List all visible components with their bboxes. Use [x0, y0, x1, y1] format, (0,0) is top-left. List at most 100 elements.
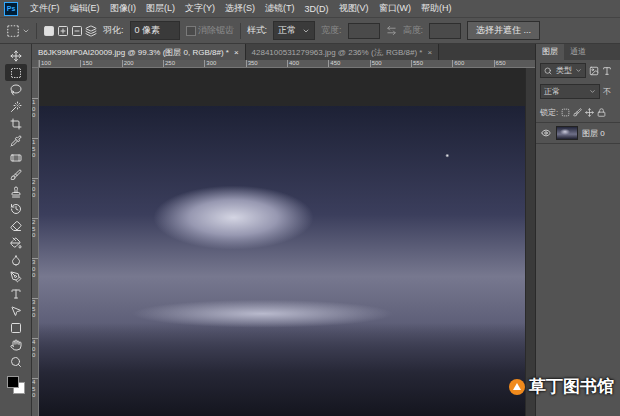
tool-icon [10, 356, 22, 368]
tool-button[interactable] [5, 183, 27, 200]
chevron-icon [575, 67, 582, 74]
tool-icon [10, 203, 22, 215]
menu-item[interactable]: 图像(I) [106, 1, 141, 16]
lock-pixels-icon[interactable] [561, 108, 570, 117]
style-label: 样式: [247, 24, 268, 37]
lock-paint-icon[interactable] [573, 108, 582, 117]
vertical-scrollbar[interactable] [525, 68, 535, 416]
chevron-icon [22, 27, 30, 35]
tool-button[interactable] [5, 319, 27, 336]
tool-icon [10, 339, 22, 351]
watermark-logo-icon [508, 378, 526, 396]
document-tab[interactable]: B6JK99MP0AI20009.jpg @ 99.3% (图层 0, RGB/… [32, 44, 246, 60]
menu-item[interactable]: 文字(Y) [181, 1, 219, 16]
menu-item[interactable]: 滤镜(T) [261, 1, 299, 16]
tool-button[interactable] [5, 149, 27, 166]
filter-image-icon[interactable] [589, 66, 599, 76]
ruler-tick: 500 [370, 60, 411, 67]
height-label: 高度: [403, 24, 424, 37]
tool-button[interactable] [5, 115, 27, 132]
lock-all-icon[interactable] [597, 108, 606, 117]
menu-item[interactable]: 图层(L) [142, 1, 179, 16]
subtract-selection-icon[interactable] [71, 25, 83, 37]
tool-icon [10, 101, 22, 113]
ruler-tick: 650 [494, 60, 535, 67]
antialias-option[interactable]: 消除锯齿 [186, 24, 234, 37]
antialias-checkbox[interactable] [186, 26, 196, 36]
filter-text-icon[interactable] [602, 66, 612, 76]
tool-button[interactable] [5, 166, 27, 183]
visibility-toggle[interactable] [540, 127, 552, 139]
menu-item[interactable]: 编辑(E) [66, 1, 104, 16]
tool-button[interactable] [5, 81, 27, 98]
width-field[interactable] [348, 23, 380, 39]
ruler-tick: 300 [204, 60, 245, 67]
tool-icon [10, 118, 22, 130]
tool-button[interactable] [5, 132, 27, 149]
tool-icon [10, 152, 22, 164]
intersect-selection-icon[interactable] [85, 25, 97, 37]
tool-icon [10, 50, 22, 62]
tool-button[interactable] [5, 268, 27, 285]
menu-item[interactable]: 文件(F) [26, 1, 64, 16]
document-image[interactable] [39, 106, 525, 416]
tool-icon [10, 169, 22, 181]
panel-tab[interactable]: 通道 [564, 44, 592, 60]
ruler-tick: 300 [32, 258, 38, 298]
close-tab-button[interactable]: × [427, 48, 432, 57]
layer-name: 图层 0 [582, 128, 605, 139]
tool-button[interactable] [5, 47, 27, 64]
height-field[interactable] [429, 23, 461, 39]
style-select[interactable]: 正常 [273, 21, 315, 40]
ruler-tick: 350 [32, 298, 38, 338]
menu-item[interactable]: 视图(V) [335, 1, 373, 16]
add-selection-icon[interactable] [57, 25, 69, 37]
menu-item[interactable]: 3D(D) [301, 3, 333, 15]
layers-panel: 图层通道类型正常不锁定:图层 0 [535, 44, 620, 416]
menu-item[interactable]: 帮助(H) [417, 1, 456, 16]
options-bar: 羽化:0 像素消除锯齿样式:正常宽度:高度:选择并遮住 ... [0, 18, 620, 44]
top-ruler: 100150200250300350400450500550600650 [39, 60, 535, 68]
opacity-label: 不 [603, 86, 611, 97]
tool-icon [10, 254, 22, 266]
panel-tab[interactable]: 图层 [536, 44, 564, 60]
ruler-tick: 350 [246, 60, 287, 67]
menu-bar: Ps文件(F)编辑(E)图像(I)图层(L)文字(Y)选择(S)滤镜(T)3D(… [0, 0, 620, 18]
tool-preset[interactable] [6, 24, 30, 38]
canvas-area: 1001502002503003504004505005506006501001… [32, 60, 535, 416]
blend-mode-select[interactable]: 正常 [540, 84, 600, 99]
tool-button[interactable] [5, 98, 27, 115]
chevron-icon [302, 27, 310, 35]
tool-icon [10, 220, 22, 232]
tool-button[interactable] [5, 217, 27, 234]
tool-button[interactable] [5, 234, 27, 251]
close-tab-button[interactable]: × [234, 48, 239, 57]
photoshop-window: Ps文件(F)编辑(E)图像(I)图层(L)文字(Y)选择(S)滤镜(T)3D(… [0, 0, 620, 416]
filter-select[interactable]: 类型 [540, 63, 586, 78]
tool-button[interactable] [5, 336, 27, 353]
menu-item[interactable]: 窗口(W) [375, 1, 416, 16]
document-tab[interactable]: 4284100531279963.jpg @ 236% (法, RGB/8#) … [246, 44, 440, 60]
tool-button[interactable] [5, 251, 27, 268]
tool-button[interactable] [5, 302, 27, 319]
swap-icon[interactable] [386, 25, 397, 36]
tool-button[interactable] [5, 285, 27, 302]
select-and-mask-button[interactable]: 选择并遮住 ... [467, 21, 540, 40]
ruler-corner [32, 60, 39, 68]
ruler-tick: 600 [452, 60, 493, 67]
tool-button[interactable] [5, 200, 27, 217]
tool-button[interactable] [5, 353, 27, 370]
canvas[interactable] [39, 68, 525, 416]
new-selection-icon[interactable] [43, 25, 55, 37]
foreground-color[interactable] [7, 376, 19, 388]
tool-icon [10, 288, 22, 300]
color-swatches[interactable] [5, 374, 27, 396]
menu-item[interactable]: 选择(S) [221, 1, 259, 16]
lock-position-icon[interactable] [585, 108, 594, 117]
tool-button[interactable] [5, 64, 27, 81]
main-area: B6JK99MP0AI20009.jpg @ 99.3% (图层 0, RGB/… [0, 44, 620, 416]
divider [240, 23, 241, 39]
feather-field[interactable]: 0 像素 [130, 21, 180, 40]
chevron-icon [589, 88, 596, 95]
layer-row[interactable]: 图层 0 [536, 122, 620, 144]
